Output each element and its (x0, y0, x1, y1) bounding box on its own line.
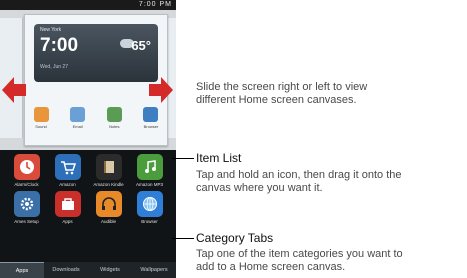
shortcut-icon (33, 107, 49, 122)
tab-widgets[interactable]: Widgets (88, 262, 132, 278)
app-item[interactable]: Apps (47, 191, 88, 224)
globe-icon (136, 191, 163, 217)
slide-caption-line1: Slide the screen right or left to view (196, 81, 368, 93)
cart-icon (54, 154, 81, 180)
app-item[interactable]: Browser (129, 191, 170, 224)
app-label: Amazon (59, 182, 76, 187)
shortcut-label: Sound (35, 124, 47, 129)
headphones-icon (95, 191, 122, 217)
app-item[interactable]: Audible (88, 191, 129, 224)
shortcut-label: Notes (109, 124, 120, 129)
tab-wallpapers[interactable]: Wallpapers (132, 262, 176, 278)
app-label: Alarm/Clock (14, 182, 39, 187)
widget-city: New York (40, 27, 62, 33)
status-time: 7:00 PM (138, 1, 172, 8)
app-item[interactable]: Amazon Kindle (88, 154, 129, 187)
slide-caption: Slide the screen right or left to view d… (196, 81, 367, 107)
home-shortcut[interactable]: Email (68, 107, 88, 129)
item-list-caption-line1: Tap and hold an icon, then drag it onto … (196, 169, 402, 181)
category-tabs-title: Category Tabs (196, 231, 274, 245)
app-item[interactable]: Ames Setup (6, 191, 47, 224)
tab-apps[interactable]: Apps (0, 262, 44, 278)
clock-icon (13, 154, 40, 180)
shortcut-icon (106, 107, 122, 122)
bag-icon (54, 191, 81, 217)
slide-caption-line2: different Home screen canvases. (196, 94, 357, 106)
home-canvas-preview[interactable]: New York 7:00 65° Wed, Jun 27 Sound Emai… (24, 14, 168, 146)
widget-time: 7:00 (40, 35, 79, 56)
gear-icon (13, 191, 40, 217)
app-label: Amazon Kindle (93, 182, 124, 187)
home-shortcut[interactable]: Notes (104, 107, 124, 129)
music-icon (136, 154, 163, 180)
category-tabs-callout-line (172, 238, 194, 239)
app-label: Browser (141, 219, 158, 224)
app-grid: Alarm/Clock Amazon Amazon Kindle Amazon … (6, 154, 170, 224)
app-label: Amazon MP3 (135, 182, 163, 187)
category-tabs-caption: Tap one of the item categories you want … (196, 248, 403, 274)
widget-date: Wed, Jun 27 (40, 64, 68, 70)
arrow-right-icon (149, 77, 173, 103)
status-bar: 7:00 PM (0, 0, 176, 10)
home-shortcut[interactable]: Sound (31, 107, 51, 129)
home-shortcut[interactable]: Browser (141, 107, 161, 129)
item-list-title: Item List (196, 151, 242, 165)
phone-screen: 7:00 PM New York 7:00 65° Wed, Jun 27 So… (0, 0, 176, 278)
app-label: Apps (62, 219, 73, 224)
shortcut-label: Email (72, 124, 83, 129)
shortcut-label: Browser (143, 124, 159, 129)
category-tabs: Apps Downloads Widgets Wallpapers (0, 262, 176, 278)
shortcut-icon (143, 107, 159, 122)
widget-temperature: 65° (131, 38, 151, 53)
home-shortcut-row: Sound Email Notes Browser (31, 107, 161, 129)
category-tabs-caption-line2: add to a Home screen canvas. (196, 261, 346, 273)
item-list-callout-line (172, 158, 194, 159)
item-list-caption-line2: canvas where you want it. (196, 182, 323, 194)
item-list-drawer: Alarm/Clock Amazon Amazon Kindle Amazon … (0, 150, 176, 278)
tab-downloads[interactable]: Downloads (44, 262, 88, 278)
arrow-left-icon (2, 77, 26, 103)
app-item[interactable]: Amazon MP3 (129, 154, 170, 187)
item-list-caption: Tap and hold an icon, then drag it onto … (196, 169, 402, 195)
app-item[interactable]: Alarm/Clock (6, 154, 47, 187)
app-label: Audible (100, 219, 116, 224)
app-item[interactable]: Amazon (47, 154, 88, 187)
book-icon (95, 154, 122, 180)
app-label: Ames Setup (14, 219, 39, 224)
shortcut-icon (70, 107, 86, 122)
weather-clock-widget[interactable]: New York 7:00 65° Wed, Jun 27 (34, 24, 158, 82)
category-tabs-caption-line1: Tap one of the item categories you want … (196, 248, 403, 260)
